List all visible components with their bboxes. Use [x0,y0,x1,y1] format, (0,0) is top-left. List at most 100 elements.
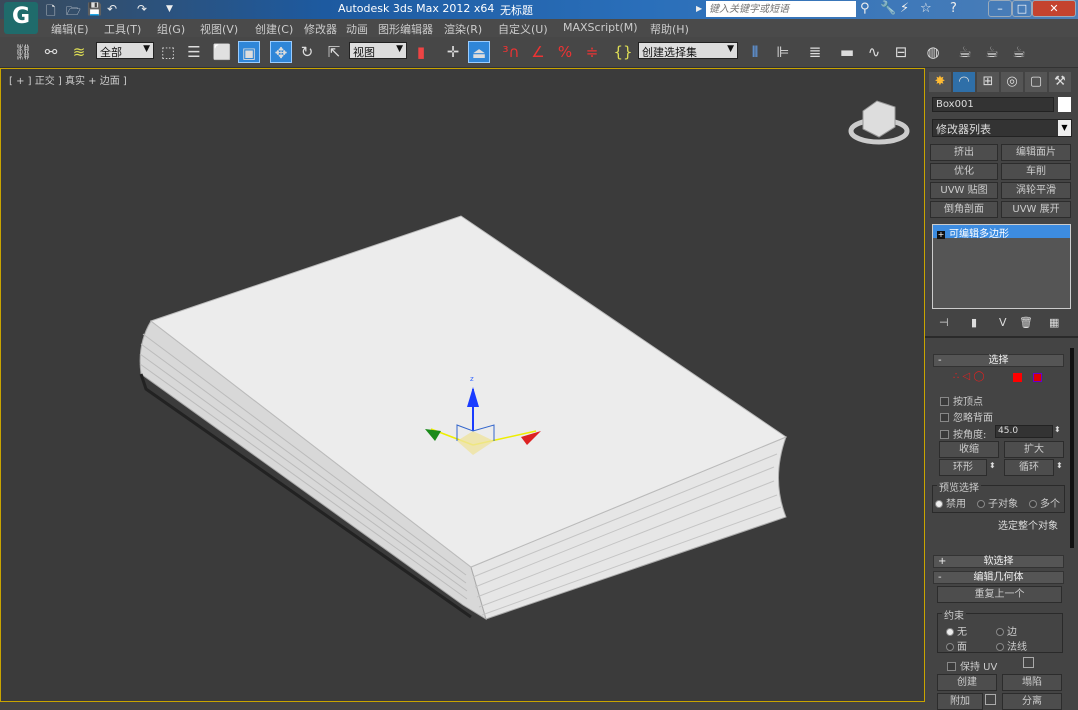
loop-button[interactable]: 循环 [1004,459,1054,476]
preserve-uv-settings-icon[interactable] [1023,657,1034,668]
customize-dropdown-icon[interactable]: ▼ [166,4,173,14]
link-icon[interactable]: ⛓ [12,41,34,63]
modifier-button-edit-patch[interactable]: 编辑面片 [1001,144,1071,161]
modifier-button-lathe[interactable]: 车削 [1001,163,1071,180]
mirror-icon[interactable]: ⫴ [744,41,766,63]
radio-constraint-face[interactable]: 面 [946,638,967,653]
satellite-icon[interactable]: ⚡ [900,1,909,16]
menu-rendering[interactable]: 渲染(R) [444,21,482,37]
radio-preview-multi[interactable]: 多个 [1029,495,1060,510]
show-end-result-icon[interactable]: ▮ [971,316,977,329]
keyboard-shortcut-override-icon[interactable]: ⏏ [468,41,490,63]
redo-icon[interactable]: ↷ [137,2,147,16]
layer-manager-icon[interactable]: ≣ [804,41,826,63]
bind-space-warp-icon[interactable]: ≋ [68,41,90,63]
menu-animation[interactable]: 动画 [346,21,368,37]
curve-editor-icon[interactable]: ∿ [863,41,885,63]
named-selection-dropdown[interactable]: 创建选择集 ▼ [638,42,738,59]
expand-plus-icon[interactable]: + [937,231,945,239]
radio-preview-off[interactable]: 禁用 [935,495,966,510]
save-icon[interactable]: 💾 [87,2,102,16]
spinner-snap-icon[interactable]: ≑ [581,41,603,63]
radio-preview-subobject[interactable]: 子对象 [977,495,1018,510]
angle-snap-icon[interactable]: ∠ [527,41,549,63]
search-input[interactable] [706,1,856,17]
pivot-center-icon[interactable]: ▮ [410,41,432,63]
app-logo[interactable]: G [4,2,38,34]
spinner-arrows-icon[interactable]: ⬍ [1054,425,1061,434]
hierarchy-tab-icon[interactable]: ⊞ [977,72,999,92]
menu-graph-editors[interactable]: 图形编辑器 [378,21,433,37]
undo-icon[interactable]: ↶ [107,2,117,16]
ring-button[interactable]: 环形 [939,459,987,476]
subobject-polygon-icon[interactable] [1013,373,1022,382]
create-tab-icon[interactable]: ✸ [929,72,951,92]
select-object-icon[interactable]: ⬚ [157,41,179,63]
close-button[interactable]: ✕ [1032,0,1076,17]
checkbox-ignore-backfacing[interactable]: 忽略背面 [940,409,993,424]
favorites-star-icon[interactable]: ☆ [920,1,932,16]
stack-item-editable-poly[interactable]: + 可编辑多边形 [933,225,1070,240]
radio-constraint-normal[interactable]: 法线 [996,638,1027,653]
menu-views[interactable]: 视图(V) [200,21,238,37]
checkbox-by-vertex[interactable]: 按顶点 [940,393,983,408]
select-scale-icon[interactable]: ⇱ [323,41,345,63]
menu-customize[interactable]: 自定义(U) [498,21,548,37]
book-model[interactable] [139,215,788,621]
create-button[interactable]: 创建 [937,674,997,691]
modifier-button-turbosmooth[interactable]: 涡轮平滑 [1001,182,1071,199]
display-tab-icon[interactable]: ▢ [1025,72,1047,92]
render-setup-icon[interactable]: ☕ [954,41,976,63]
repeat-last-button[interactable]: 重复上一个 [937,586,1062,603]
modifier-button-bevel-profile[interactable]: 倒角剖面 [930,201,998,218]
window-crossing-icon[interactable]: ▣ [238,41,260,63]
grow-button[interactable]: 扩大 [1004,441,1064,458]
search-expand-icon[interactable]: ▶ [696,4,702,13]
checkbox-by-angle[interactable]: 按角度: [940,426,986,441]
subobject-vertex-edge-border-icons[interactable]: ∴ ◁ ◯ [953,371,985,382]
graphite-tools-icon[interactable]: ▬ [836,41,858,63]
remove-modifier-icon[interactable]: 🗑 [1019,316,1033,329]
menu-help[interactable]: 帮助(H) [650,21,689,37]
select-move-icon[interactable]: ✥ [270,41,292,63]
minimize-button[interactable]: – [988,0,1012,17]
motion-tab-icon[interactable]: ◎ [1001,72,1023,92]
select-by-name-icon[interactable]: ☰ [183,41,205,63]
rectangular-selection-icon[interactable]: ⬜ [211,41,233,63]
select-manipulate-icon[interactable]: ✛ [442,41,464,63]
help-icon[interactable]: ? [950,1,957,16]
radio-constraint-none[interactable]: 无 [946,623,967,638]
rollout-edit-geometry-header[interactable]: - 编辑几何体 [933,571,1064,584]
menu-modifiers[interactable]: 修改器 [304,21,337,37]
radio-constraint-edge[interactable]: 边 [996,623,1017,638]
rollout-soft-selection-header[interactable]: + 软选择 [933,555,1064,568]
unlink-icon[interactable]: ⚯ [40,41,62,63]
rollout-selection-header[interactable]: - 选择 [933,354,1064,367]
viewcube-icon[interactable] [848,100,910,145]
checkbox-preserve-uv[interactable]: 保持 UV [947,658,997,673]
render-production-icon[interactable]: ☕ [1008,41,1030,63]
binoculars-icon[interactable]: ⚲ [860,1,870,16]
menu-group[interactable]: 组(G) [157,21,185,37]
modifier-button-optimize[interactable]: 优化 [930,163,998,180]
configure-modifier-sets-icon[interactable]: ▦ [1049,316,1059,329]
collapse-button[interactable]: 塌陷 [1002,674,1062,691]
object-name-field[interactable]: Box001 [932,97,1054,112]
material-editor-icon[interactable]: ◍ [922,41,944,63]
key-icon[interactable]: 🔧 [880,1,896,16]
reference-coordinate-dropdown[interactable]: 视图 ▼ [349,42,407,59]
snaps-toggle-icon[interactable]: ³∩ [500,41,522,63]
modifier-list-dropdown[interactable]: 修改器列表 ▼ [932,119,1072,137]
select-rotate-icon[interactable]: ↻ [296,41,318,63]
align-icon[interactable]: ⊫ [772,41,794,63]
loop-spinner-icon[interactable]: ⬍ [1056,461,1063,470]
modifier-button-unwrap-uvw[interactable]: UVW 展开 [1001,201,1071,218]
shrink-button[interactable]: 收缩 [939,441,999,458]
subobject-element-icon[interactable] [1033,373,1042,382]
maximize-button[interactable]: □ [1012,0,1032,17]
object-color-swatch[interactable] [1058,97,1071,112]
utilities-tab-icon[interactable]: ⚒ [1049,72,1071,92]
panel-scrollbar[interactable] [1070,348,1074,548]
rendered-frame-window-icon[interactable]: ☕ [981,41,1003,63]
perspective-viewport[interactable]: [ + ] 正交 ] 真实 + 边面 ] z [0,68,925,702]
